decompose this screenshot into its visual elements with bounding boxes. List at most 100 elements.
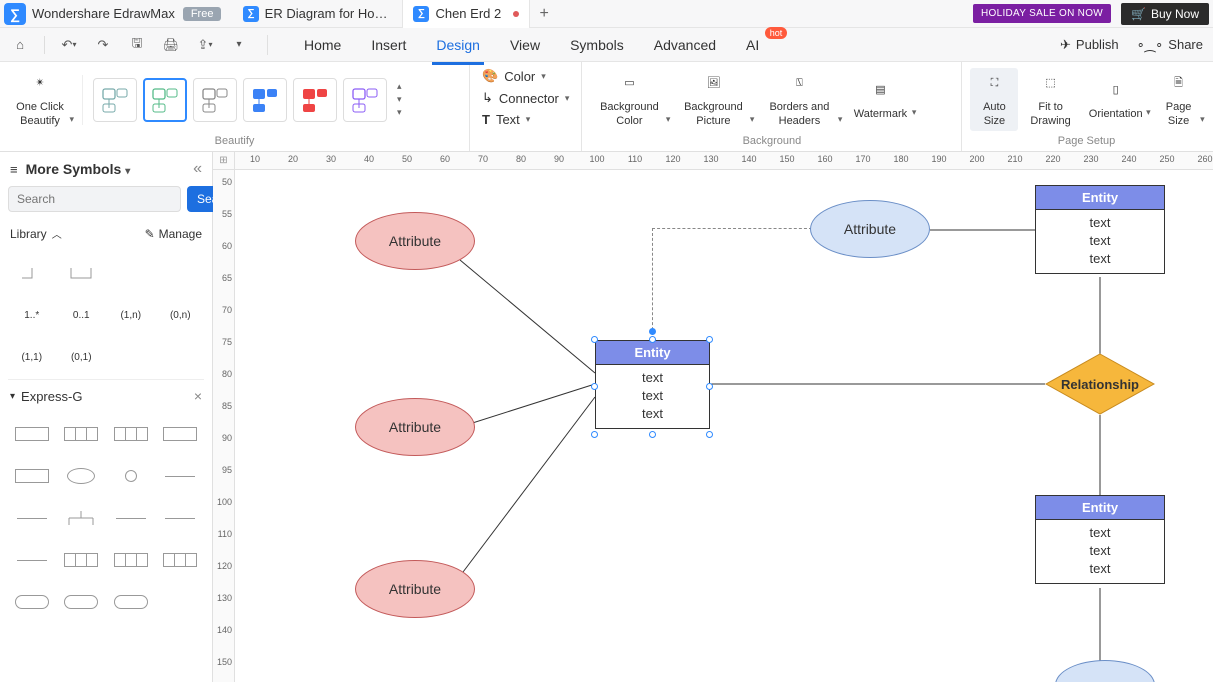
publish-button[interactable]: ✈Publish <box>1060 37 1119 53</box>
orientation-button[interactable]: ▯ Orientation▾ <box>1083 75 1149 124</box>
attribute-shape[interactable]: Attribute <box>355 398 475 456</box>
ruler-corner[interactable]: ⊞ <box>213 152 235 170</box>
close-section-button[interactable]: × <box>194 388 202 404</box>
section-express-g[interactable]: ▾ Express-G × <box>8 379 204 412</box>
one-click-beautify-button[interactable]: ✴ One Click Beautify ▾ <box>8 68 72 131</box>
tab-insert[interactable]: Insert <box>357 31 420 59</box>
theme-option-3[interactable] <box>193 78 237 122</box>
tab-ai[interactable]: AI hot <box>732 31 773 59</box>
shape-line-label[interactable] <box>159 460 203 492</box>
shape-rect-split2[interactable] <box>109 418 153 450</box>
shape-tree[interactable] <box>60 502 104 534</box>
fit-to-drawing-button[interactable]: ⬚ Fit to Drawing <box>1024 68 1076 131</box>
panel-title[interactable]: More Symbols▾ <box>26 161 186 177</box>
rotation-handle[interactable] <box>649 328 656 335</box>
shape-round-rect3[interactable] <box>109 586 153 618</box>
background-color-button[interactable]: ▭ Background Color▾ <box>590 68 668 131</box>
auto-size-button[interactable]: ⛶ Auto Size <box>970 68 1018 131</box>
selection-handle[interactable] <box>649 431 656 438</box>
connector-button[interactable]: ↳Connector▾ <box>478 88 573 108</box>
vertical-ruler[interactable]: 5055606570758085909510011012013014015016… <box>213 170 235 682</box>
borders-headers-button[interactable]: ⍂ Borders and Headers▾ <box>758 68 840 131</box>
shape-rect-split[interactable] <box>60 418 104 450</box>
selection-handle[interactable] <box>706 336 713 343</box>
entity-shape[interactable]: Entity text text text <box>1035 185 1165 274</box>
share-button[interactable]: ∘⁔∘Share <box>1137 37 1203 53</box>
save-button[interactable]: 🖫 <box>127 35 147 55</box>
buy-now-button[interactable]: 🛒 Buy Now <box>1121 3 1209 25</box>
shape-line-label4[interactable] <box>10 544 54 576</box>
shape-rect2[interactable] <box>159 418 203 450</box>
shape-ellipse[interactable] <box>60 460 104 492</box>
color-button[interactable]: 🎨Color▾ <box>478 66 550 86</box>
selection-handle[interactable] <box>591 336 598 343</box>
relationship-shape[interactable]: Relationship <box>1045 353 1155 415</box>
promo-banner[interactable]: HOLIDAY SALE ON NOW <box>973 4 1111 23</box>
shape-line-label2[interactable] <box>10 502 54 534</box>
card-1-n[interactable]: (1,n) <box>109 299 153 331</box>
document-tab[interactable]: ∑ ER Diagram for Hosp... <box>233 0 403 28</box>
shape-rect-split4[interactable] <box>109 544 153 576</box>
tab-view[interactable]: View <box>496 31 554 59</box>
entity-shape-selected[interactable]: Entity text text text <box>595 340 710 429</box>
shape-corner[interactable] <box>10 257 54 289</box>
new-tab-button[interactable]: + <box>530 5 558 23</box>
tab-advanced[interactable]: Advanced <box>640 31 730 59</box>
collapse-panel-button[interactable]: « <box>193 160 202 178</box>
panel-menu-icon[interactable]: ≡ <box>10 162 18 177</box>
tab-symbols[interactable]: Symbols <box>556 31 638 59</box>
shape-rect-split3[interactable] <box>60 544 104 576</box>
card-1-1[interactable]: (1,1) <box>10 341 54 373</box>
card-0-n[interactable]: (0,n) <box>159 299 203 331</box>
entity-shape[interactable]: Entity text text text <box>1035 495 1165 584</box>
card-1-star[interactable]: 1..* <box>10 299 54 331</box>
shape-rect3[interactable] <box>10 460 54 492</box>
shape-rect-split5[interactable] <box>159 544 203 576</box>
selection-handle[interactable] <box>591 431 598 438</box>
attribute-shape-blue[interactable]: Attribute <box>810 200 930 258</box>
attribute-shape[interactable]: Attribute <box>355 560 475 618</box>
shape-circle[interactable] <box>109 460 153 492</box>
home-icon[interactable]: ⌂ <box>10 35 30 55</box>
export-button[interactable]: ⇪▾ <box>195 35 215 55</box>
print-button[interactable]: 🖨 <box>161 35 181 55</box>
theme-option-6[interactable] <box>343 78 387 122</box>
tab-home[interactable]: Home <box>290 31 355 59</box>
tab-icon: ∑ <box>413 6 429 22</box>
page-size-button[interactable]: 🗎 Page Size▾ <box>1155 68 1203 131</box>
canvas[interactable]: Attribute Attribute Attribute Attribute … <box>235 170 1213 682</box>
document-tab-active[interactable]: ∑ Chen Erd 2 <box>403 0 530 28</box>
shape-line[interactable] <box>109 502 153 534</box>
selection-handle[interactable] <box>706 383 713 390</box>
theme-option-1[interactable] <box>93 78 137 122</box>
selection-handle[interactable] <box>591 383 598 390</box>
card-0-1[interactable]: 0..1 <box>60 299 104 331</box>
theme-option-2[interactable] <box>143 78 187 122</box>
theme-next-button[interactable]: ▾ <box>397 94 402 105</box>
shape-round-rect2[interactable] <box>60 586 104 618</box>
selection-handle[interactable] <box>706 431 713 438</box>
theme-option-4[interactable] <box>243 78 287 122</box>
text-button[interactable]: TText▾ <box>478 110 534 129</box>
shape-round-rect[interactable] <box>10 586 54 618</box>
tab-design[interactable]: Design <box>422 31 494 59</box>
shape-rect[interactable] <box>10 418 54 450</box>
watermark-button[interactable]: ▤ Watermark▾ <box>846 75 914 124</box>
search-input[interactable] <box>8 186 181 212</box>
shape-line-label3[interactable] <box>159 502 203 534</box>
attribute-shape-blue-partial[interactable] <box>1055 660 1155 682</box>
theme-prev-button[interactable]: ▴ <box>397 81 402 92</box>
more-button[interactable]: ▾ <box>229 35 249 55</box>
card-0-1b[interactable]: (0,1) <box>60 341 104 373</box>
library-toggle[interactable]: Library︿ <box>10 226 62 241</box>
theme-option-5[interactable] <box>293 78 337 122</box>
manage-button[interactable]: ✎Manage <box>145 227 202 241</box>
background-picture-button[interactable]: 🖼 Background Picture▾ <box>674 68 752 131</box>
horizontal-ruler[interactable]: 1020304050607080901001101201301401501601… <box>235 152 1213 170</box>
undo-button[interactable]: ↶▾ <box>59 35 79 55</box>
theme-more-button[interactable]: ▾ <box>397 107 402 118</box>
selection-handle[interactable] <box>649 336 656 343</box>
redo-button[interactable]: ↷ <box>93 35 113 55</box>
attribute-shape[interactable]: Attribute <box>355 212 475 270</box>
shape-bracket[interactable] <box>60 257 104 289</box>
